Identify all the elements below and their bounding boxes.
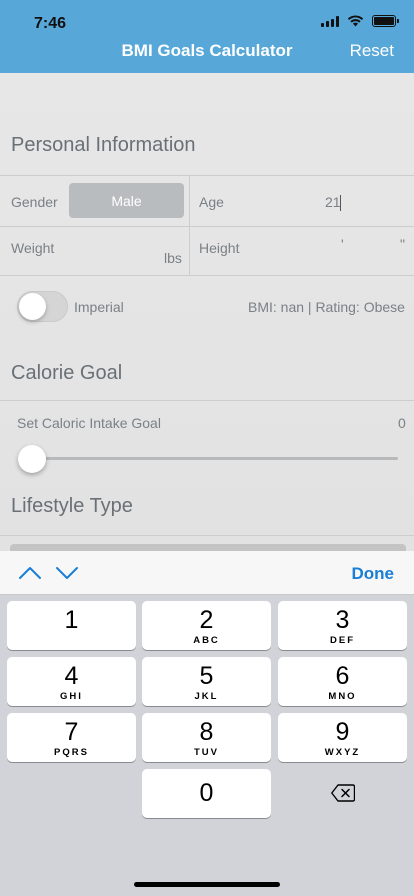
delete-key[interactable] [278, 768, 407, 817]
section-title-calorie: Calorie Goal [11, 362, 123, 384]
key-number: 9 [335, 718, 350, 746]
key-number: 1 [64, 606, 79, 634]
cellular-signal-icon [321, 15, 339, 27]
imperial-toggle[interactable] [17, 291, 68, 322]
section-title-lifestyle: Lifestyle Type [11, 495, 133, 517]
calorie-slider-thumb[interactable] [18, 445, 46, 473]
key-letters: GHI [60, 691, 83, 702]
key-number: 3 [335, 606, 350, 634]
key-6[interactable]: 6 MNO [278, 657, 407, 706]
key-9[interactable]: 9 WXYZ [278, 713, 407, 762]
section-title-personal: Personal Information [11, 134, 196, 156]
key-number: 6 [335, 662, 350, 690]
key-letters: WXYZ [324, 747, 361, 758]
reset-button[interactable]: Reset [350, 41, 394, 61]
height-label: Height [199, 240, 240, 256]
calorie-slider-label: Set Caloric Intake Goal [17, 415, 161, 431]
imperial-label: Imperial [74, 299, 124, 315]
chevron-down-icon[interactable] [55, 561, 79, 585]
done-button[interactable]: Done [352, 564, 395, 584]
key-letters: ABC [193, 635, 220, 646]
status-time: 7:46 [34, 15, 67, 32]
bmi-summary: BMI: nan | Rating: Obese [248, 299, 405, 315]
key-3[interactable]: 3 DEF [278, 601, 407, 650]
divider [0, 175, 414, 176]
divider [0, 535, 414, 536]
lifestyle-picker[interactable] [10, 544, 406, 551]
toggle-knob [19, 293, 46, 320]
age-input[interactable]: 21 [325, 194, 341, 210]
battery-icon [372, 15, 399, 27]
form-content: Personal Information Gender Male Age 21 … [0, 73, 414, 551]
keyboard-accessory-bar: Done [0, 551, 414, 595]
key-7[interactable]: 7 PQRS [7, 713, 136, 762]
key-0[interactable]: 0 [142, 769, 271, 818]
key-number: 2 [199, 606, 214, 634]
key-1[interactable]: 1 [7, 601, 136, 650]
key-number: 0 [199, 779, 214, 807]
calorie-slider-track[interactable] [22, 457, 398, 460]
navigation-bar: 7:46 BMI Goals Calculator Reset [0, 0, 414, 73]
calorie-slider-value: 0 [398, 415, 406, 431]
age-label: Age [199, 194, 224, 210]
key-letters: PQRS [54, 747, 89, 758]
home-indicator [134, 882, 280, 887]
key-letters: MNO [328, 691, 357, 702]
key-number: 7 [64, 718, 79, 746]
key-5[interactable]: 5 JKL [142, 657, 271, 706]
key-number: 8 [199, 718, 214, 746]
number-keypad: 1 2 ABC 3 DEF 4 GHI 5 JKL 6 MNO 7 PQRS 8… [0, 595, 414, 896]
key-letters: TUV [194, 747, 219, 758]
chevron-up-icon[interactable] [18, 561, 42, 585]
backspace-icon [330, 783, 355, 802]
divider [0, 275, 414, 276]
wifi-icon [347, 15, 364, 27]
key-2[interactable]: 2 ABC [142, 601, 271, 650]
gender-selector-button[interactable]: Male [69, 183, 184, 218]
key-number: 4 [64, 662, 79, 690]
weight-label: Weight [11, 240, 55, 256]
key-8[interactable]: 8 TUV [142, 713, 271, 762]
key-letters: DEF [330, 635, 355, 646]
height-inches-input[interactable]: " [400, 236, 410, 256]
height-feet-input[interactable]: ' [341, 236, 349, 256]
key-letters: JKL [194, 691, 219, 702]
gender-label: Gender [11, 194, 58, 210]
divider [0, 400, 414, 401]
text-cursor [340, 195, 341, 211]
weight-unit-label: lbs [164, 250, 182, 266]
key-4[interactable]: 4 GHI [7, 657, 136, 706]
key-number: 5 [199, 662, 214, 690]
divider [0, 226, 414, 227]
status-icons [321, 15, 399, 27]
